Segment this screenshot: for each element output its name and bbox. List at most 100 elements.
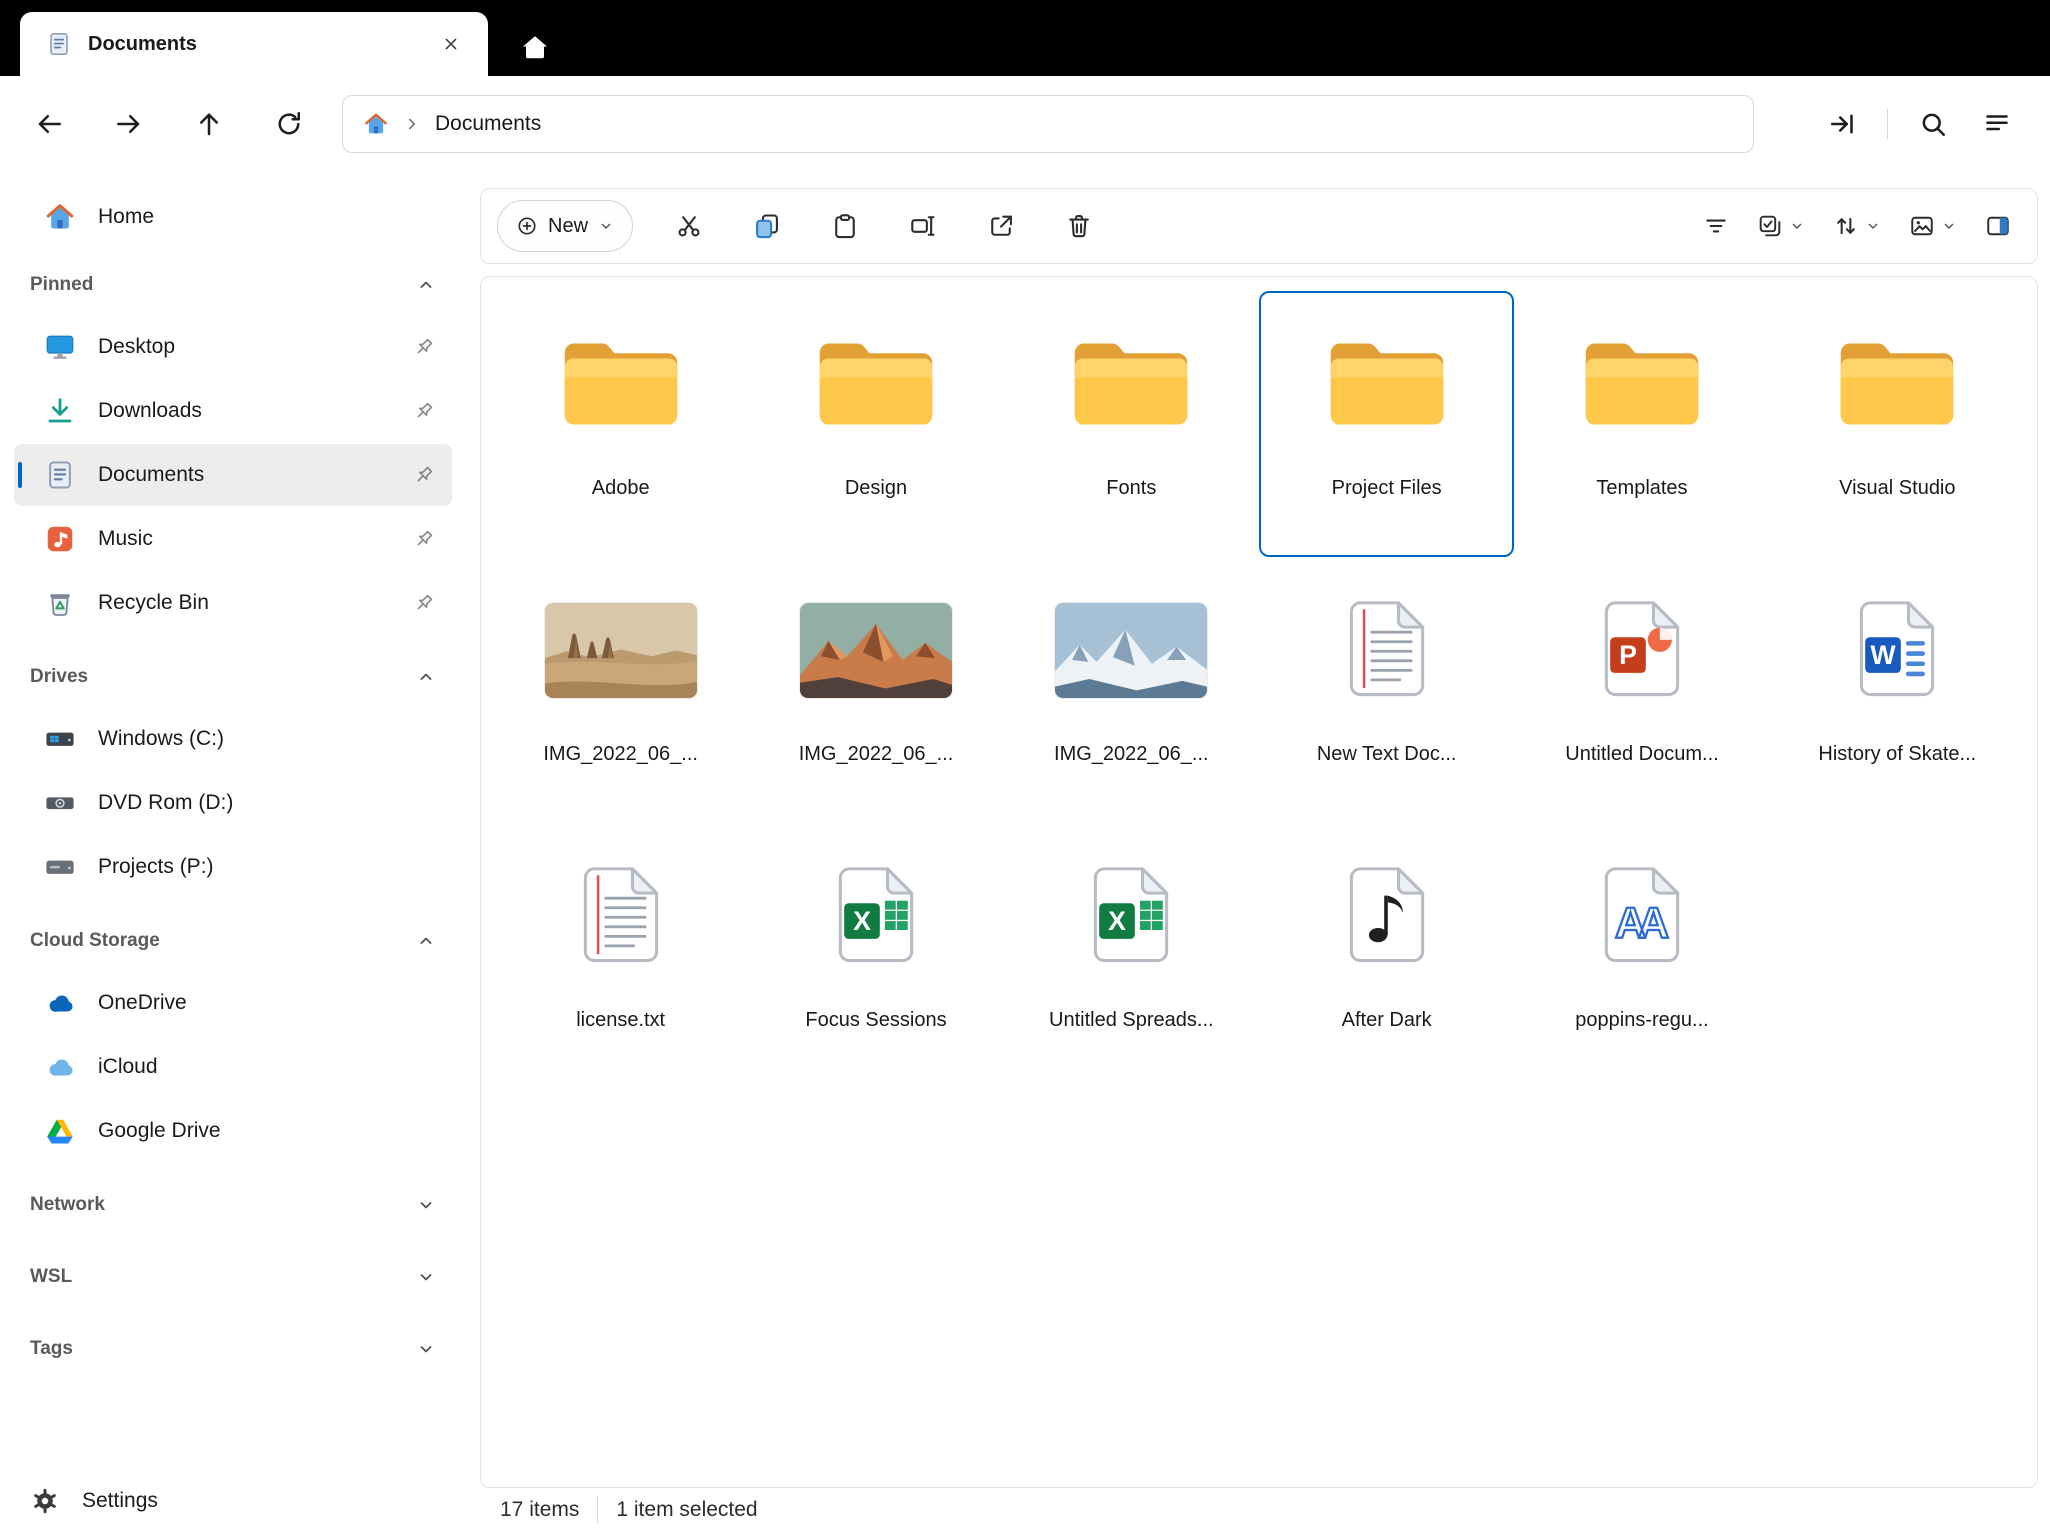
home-button[interactable] xyxy=(512,24,558,70)
sidebar-item-documents[interactable]: Documents xyxy=(14,444,452,506)
sidebar-item-label: Desktop xyxy=(98,335,176,358)
document-lines-button[interactable] xyxy=(1970,97,2024,151)
sidebar-item-onedrive[interactable]: OneDrive xyxy=(14,972,452,1034)
sidebar-item-label: Settings xyxy=(82,1489,158,1512)
file-icon-area xyxy=(579,837,663,995)
preview-pane-button[interactable] xyxy=(1975,200,2021,252)
share-button[interactable] xyxy=(973,200,1029,252)
content-toolbar: New xyxy=(480,188,2038,264)
file-item-license-txt[interactable]: license.txt xyxy=(493,823,748,1089)
file-item-adobe[interactable]: Adobe xyxy=(493,291,748,557)
file-item-untitled-docum[interactable]: P Untitled Docum... xyxy=(1514,557,1769,823)
sidebar-item-recycle-bin[interactable]: Recycle Bin xyxy=(14,572,452,634)
file-item-img-2022-06[interactable]: IMG_2022_06_... xyxy=(748,557,1003,823)
refresh-button[interactable] xyxy=(262,97,316,151)
section-label: Tags xyxy=(30,1338,73,1359)
sidebar-section-cloud-storage[interactable]: Cloud Storage xyxy=(0,912,466,970)
cut-button[interactable] xyxy=(661,200,717,252)
tab-close-button[interactable] xyxy=(432,25,470,63)
chevron-down-icon xyxy=(598,218,614,234)
document-icon xyxy=(46,31,72,57)
home-icon xyxy=(520,32,550,62)
chevron-down-icon xyxy=(1865,218,1881,234)
file-icon-area: W xyxy=(1855,571,1939,729)
sort-button[interactable] xyxy=(1823,200,1891,252)
file-name: New Text Doc... xyxy=(1316,743,1457,765)
sidebar-section-wsl[interactable]: WSL xyxy=(0,1248,466,1306)
file-item-new-text-doc[interactable]: New Text Doc... xyxy=(1259,557,1514,823)
audio-file-icon xyxy=(1345,865,1429,967)
sidebar-section-drives[interactable]: Drives xyxy=(0,648,466,706)
section-label: Drives xyxy=(30,666,89,687)
sidebar-section: Pinned Desktop Downloads Documents Music Recy… xyxy=(0,256,466,634)
file-item-fonts[interactable]: Fonts xyxy=(1004,291,1259,557)
image-thumbnail xyxy=(799,602,952,698)
file-icon-area: X xyxy=(834,837,918,995)
layout-button[interactable] xyxy=(1899,200,1967,252)
svg-text:X: X xyxy=(853,906,871,936)
sidebar-item-windows-c[interactable]: Windows (C:) xyxy=(14,708,452,770)
select-options-button[interactable] xyxy=(1747,200,1815,252)
file-icon-area xyxy=(1345,571,1429,729)
sidebar-item-google-drive[interactable]: Google Drive xyxy=(14,1100,452,1162)
music-icon xyxy=(44,523,76,555)
sidebar-section-network[interactable]: Network xyxy=(0,1176,466,1234)
up-icon xyxy=(194,109,224,139)
file-item-design[interactable]: Design xyxy=(748,291,1003,557)
delete-button[interactable] xyxy=(1051,200,1107,252)
file-name: Project Files xyxy=(1331,477,1442,499)
desktop-icon xyxy=(44,331,76,363)
sidebar-item-label: Projects (P:) xyxy=(98,855,214,878)
chevron-up-icon xyxy=(416,931,436,951)
file-item-img-2022-06[interactable]: IMG_2022_06_... xyxy=(1004,557,1259,823)
file-icon-area xyxy=(799,571,952,729)
back-button[interactable] xyxy=(22,97,76,151)
file-item-img-2022-06[interactable]: IMG_2022_06_... xyxy=(493,557,748,823)
folder-icon xyxy=(1324,333,1450,435)
sidebar-item-downloads[interactable]: Downloads xyxy=(14,380,452,442)
rename-button[interactable] xyxy=(895,200,951,252)
file-item-untitled-spreads[interactable]: X Untitled Spreads... xyxy=(1004,823,1259,1089)
forward-button[interactable] xyxy=(102,97,156,151)
image-thumbnail xyxy=(544,602,697,698)
filter-button[interactable] xyxy=(1693,200,1739,252)
sidebar-item-icloud[interactable]: iCloud xyxy=(14,1036,452,1098)
tab-documents[interactable]: Documents xyxy=(20,12,488,76)
pin-icon xyxy=(412,335,436,359)
file-item-poppins-regu[interactable]: A A poppins-regu... xyxy=(1514,823,1769,1089)
sidebar-section: Drives Windows (C:) DVD Rom (D:) Projects (… xyxy=(0,648,466,898)
sidebar-item-settings[interactable]: Settings xyxy=(14,1472,452,1530)
google-drive-icon xyxy=(44,1115,76,1147)
up-button[interactable] xyxy=(182,97,236,151)
file-item-history-of-skate[interactable]: W History of Skate... xyxy=(1770,557,2025,823)
sidebar-section-pinned[interactable]: Pinned xyxy=(0,256,466,314)
tab-title: Documents xyxy=(88,32,197,55)
sidebar-item-dvd-rom-d[interactable]: DVD Rom (D:) xyxy=(14,772,452,834)
file-item-visual-studio[interactable]: Visual Studio xyxy=(1770,291,2025,557)
file-item-after-dark[interactable]: After Dark xyxy=(1259,823,1514,1089)
chevron-down-icon xyxy=(416,1339,436,1359)
sidebar-section-tags[interactable]: Tags xyxy=(0,1320,466,1378)
address-bar[interactable]: Documents xyxy=(342,95,1754,153)
file-item-templates[interactable]: Templates xyxy=(1514,291,1769,557)
new-button[interactable]: New xyxy=(497,200,634,252)
file-item-focus-sessions[interactable]: X Focus Sessions xyxy=(748,823,1003,1089)
breadcrumb-home-icon[interactable] xyxy=(363,111,389,137)
file-item-project-files[interactable]: Project Files xyxy=(1258,291,1515,557)
copy-button[interactable] xyxy=(739,200,795,252)
file-name: poppins-regu... xyxy=(1575,1009,1709,1031)
pin-icon xyxy=(412,527,436,551)
search-button[interactable] xyxy=(1906,97,1960,151)
sidebar-item-label: Downloads xyxy=(98,399,202,422)
chevron-down-icon xyxy=(1941,218,1957,234)
breadcrumb-path[interactable]: Documents xyxy=(435,112,541,136)
sidebar-item-label: Google Drive xyxy=(98,1119,221,1142)
sidebar-item-projects-p[interactable]: Projects (P:) xyxy=(14,836,452,898)
copy-icon xyxy=(753,212,781,240)
skip-end-button[interactable] xyxy=(1815,97,1869,151)
sidebar-section: Tags xyxy=(0,1320,466,1378)
sidebar-item-home[interactable]: Home xyxy=(14,186,452,248)
sidebar-item-desktop[interactable]: Desktop xyxy=(14,316,452,378)
sidebar-item-music[interactable]: Music xyxy=(14,508,452,570)
paste-button[interactable] xyxy=(817,200,873,252)
